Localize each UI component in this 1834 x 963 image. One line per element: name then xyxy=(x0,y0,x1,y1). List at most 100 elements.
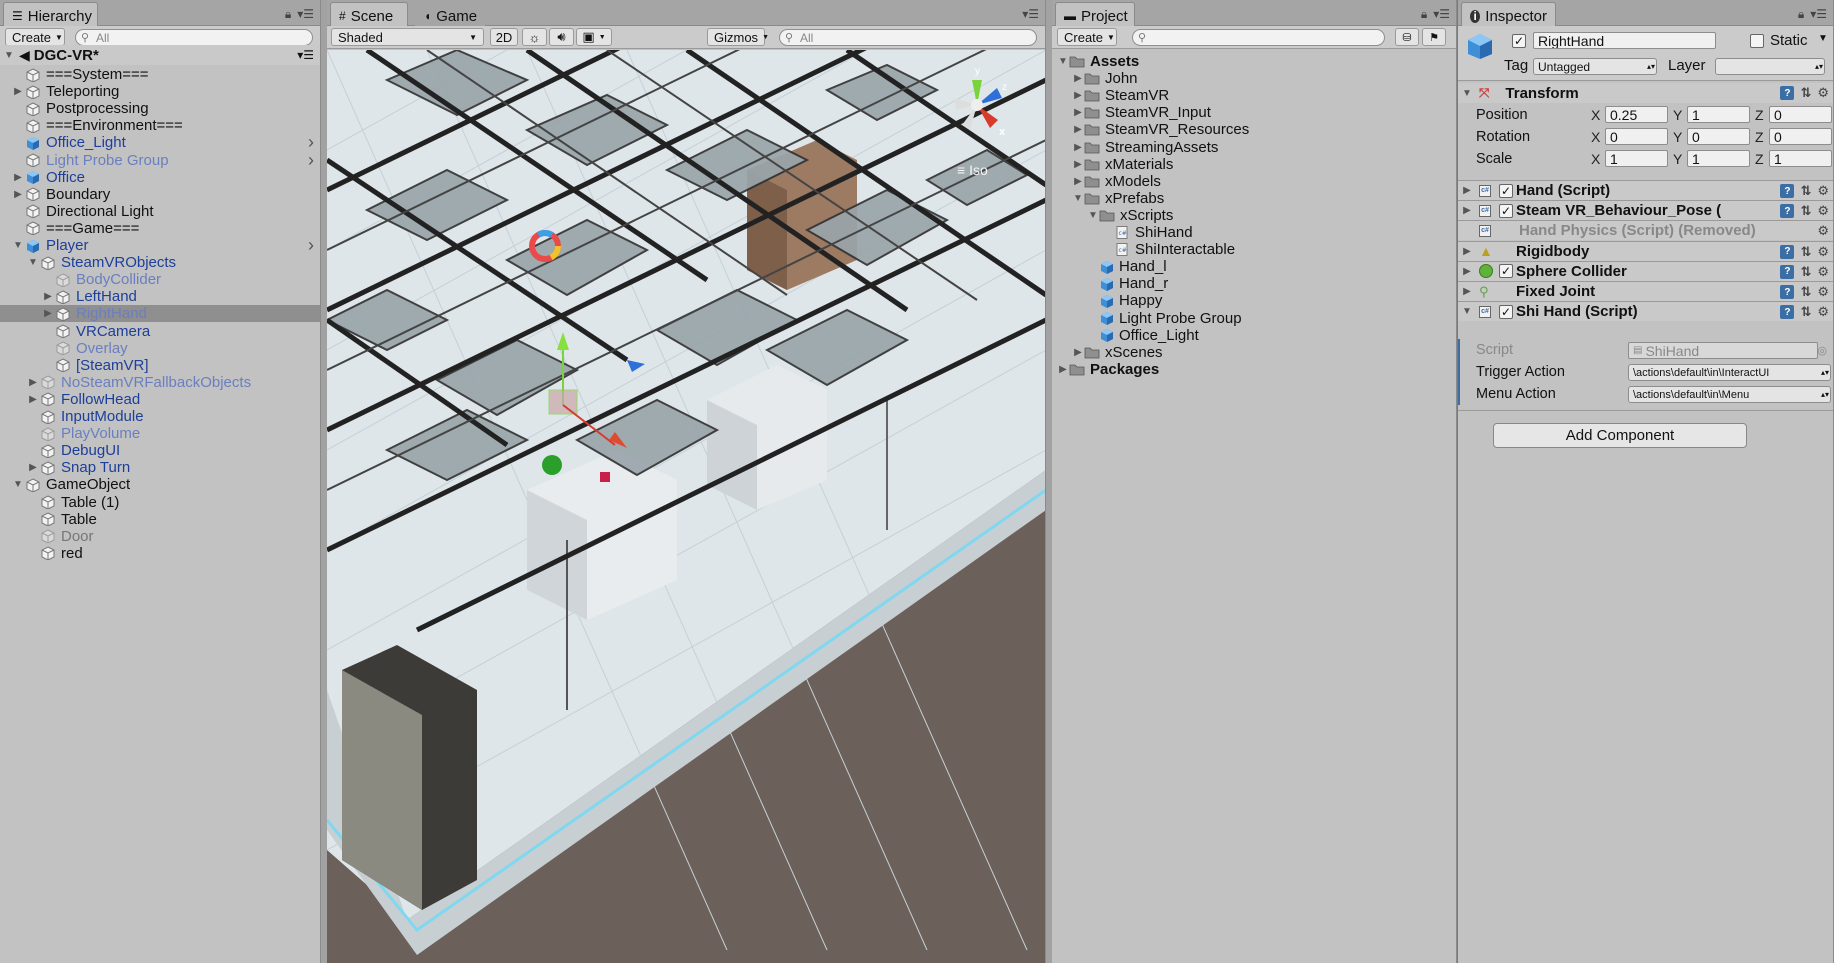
object-picker-icon[interactable]: ◎ xyxy=(1817,344,1827,357)
component-header[interactable]: c# Hand Physics (Script) (Removed) ⚙ xyxy=(1458,220,1833,241)
project-item[interactable]: ▼ Assets xyxy=(1057,53,1139,70)
position-z-field[interactable]: 0 xyxy=(1769,106,1832,123)
tab-project[interactable]: ▬ Project xyxy=(1055,2,1135,26)
expand-right-icon[interactable]: ▶ xyxy=(1461,246,1473,257)
expand-right-icon[interactable]: ▶ xyxy=(1461,185,1473,196)
gear-icon[interactable]: ⚙ xyxy=(1817,223,1829,239)
open-prefab-chevron-icon[interactable]: › xyxy=(308,235,314,256)
gear-icon[interactable]: ⚙ xyxy=(1817,244,1829,260)
expand-down-icon[interactable]: ▼ xyxy=(1057,56,1069,67)
project-item[interactable]: ▶ xModels xyxy=(1072,173,1161,190)
help-book-icon[interactable]: ? xyxy=(1780,264,1795,279)
scene-search-input[interactable]: ⚲ All xyxy=(779,29,1037,46)
project-item[interactable]: Light Probe Group xyxy=(1087,310,1242,327)
expand-right-icon[interactable]: ▶ xyxy=(42,308,54,319)
gear-icon[interactable]: ⚙ xyxy=(1817,203,1829,219)
hierarchy-item[interactable]: ▶ Teleporting xyxy=(0,83,320,100)
help-book-icon[interactable]: ? xyxy=(1780,184,1795,198)
lock-icon[interactable]: 🔒︎ xyxy=(1421,7,1427,22)
expand-down-icon[interactable]: ▼ xyxy=(27,257,39,268)
expand-down-icon[interactable]: ▼ xyxy=(1087,210,1099,221)
project-item[interactable]: ▶ SteamVR_Input xyxy=(1072,104,1211,121)
scene-menu-icon[interactable]: ▾☰ xyxy=(297,48,314,62)
project-item[interactable]: ▶ John xyxy=(1072,70,1137,87)
filter-type-button[interactable]: ⛁ xyxy=(1395,28,1419,46)
hierarchy-item[interactable]: [SteamVR] xyxy=(0,357,320,374)
filter-label-button[interactable]: ⚑ xyxy=(1422,28,1446,46)
effects-dropdown[interactable]: ▣ ▼ xyxy=(576,28,612,46)
expand-right-icon[interactable]: ▶ xyxy=(1072,73,1084,84)
expand-right-icon[interactable]: ▶ xyxy=(1072,176,1084,187)
scene-viewport[interactable]: y z x ≡ Iso xyxy=(327,50,1045,963)
gear-icon[interactable]: ⚙ xyxy=(1817,284,1829,300)
presets-icon[interactable]: ⇅ xyxy=(1800,304,1811,320)
presets-icon[interactable]: ⇅ xyxy=(1800,183,1811,199)
presets-icon[interactable]: ⇅ xyxy=(1800,284,1811,300)
expand-right-icon[interactable]: ▶ xyxy=(27,462,39,473)
project-item[interactable]: ▶ SteamVR_Resources xyxy=(1072,121,1249,138)
project-item[interactable]: c# ShiInteractable xyxy=(1102,241,1235,258)
rotation-z-field[interactable]: 0 xyxy=(1769,128,1832,145)
project-item[interactable]: Office_Light xyxy=(1087,327,1199,344)
expand-right-icon[interactable]: ▶ xyxy=(1072,159,1084,170)
hierarchy-item[interactable]: ▶ FollowHead xyxy=(0,391,320,408)
lock-icon[interactable]: 🔒︎ xyxy=(285,7,291,22)
help-book-icon[interactable]: ? xyxy=(1780,204,1795,219)
expand-down-icon[interactable]: ▼ xyxy=(1072,193,1084,204)
presets-icon[interactable]: ⇅ xyxy=(1800,85,1811,101)
hierarchy-item[interactable]: ▼ Player › xyxy=(0,235,320,256)
project-create-button[interactable]: Create ▼ xyxy=(1057,28,1117,46)
menu-action-dropdown[interactable]: \actions\default\in\Menu xyxy=(1628,386,1831,403)
hierarchy-item[interactable]: ▶ Office xyxy=(0,169,320,186)
position-x-field[interactable]: 0.25 xyxy=(1605,106,1668,123)
project-item[interactable]: ▶ SteamVR xyxy=(1072,87,1169,104)
collapse-down-icon[interactable]: ▼ xyxy=(1461,306,1473,317)
panel-menu-icon[interactable]: ▾☰ xyxy=(1433,7,1450,22)
layer-dropdown[interactable] xyxy=(1715,58,1825,75)
hierarchy-item[interactable]: ===Environment=== xyxy=(0,117,320,134)
component-header[interactable]: ▶ ⚲ Fixed Joint? ⇅ ⚙ xyxy=(1458,281,1833,301)
help-book-icon[interactable]: ? xyxy=(1780,244,1795,259)
project-item[interactable]: ▼ xPrefabs xyxy=(1072,190,1164,207)
hierarchy-item[interactable]: PlayVolume xyxy=(0,425,320,442)
expand-right-icon[interactable]: ▶ xyxy=(1461,266,1473,277)
expand-right-icon[interactable]: ▶ xyxy=(12,172,24,183)
hierarchy-item[interactable]: DebugUI xyxy=(0,442,320,459)
project-item[interactable]: Happy xyxy=(1087,292,1162,309)
tab-hierarchy[interactable]: ☰ Hierarchy xyxy=(3,2,98,26)
project-item[interactable]: ▶ xScenes xyxy=(1072,344,1162,361)
help-book-icon[interactable]: ? xyxy=(1780,86,1795,100)
hierarchy-item[interactable]: Table (1) xyxy=(0,494,320,511)
expand-right-icon[interactable]: ▶ xyxy=(1072,90,1084,101)
expand-right-icon[interactable]: ▶ xyxy=(27,394,39,405)
expand-right-icon[interactable]: ▶ xyxy=(1072,124,1084,135)
collapse-down-icon[interactable]: ▼ xyxy=(1461,88,1473,99)
shading-mode-dropdown[interactable]: Shaded ▼ xyxy=(331,28,484,46)
object-name-field[interactable]: RightHand xyxy=(1533,32,1716,49)
hierarchy-item[interactable]: ▶ Boundary xyxy=(0,186,320,203)
gizmos-dropdown[interactable]: Gizmos ▼ xyxy=(707,28,769,46)
gear-icon[interactable]: ⚙ xyxy=(1817,304,1829,320)
rotation-x-field[interactable]: 0 xyxy=(1605,128,1668,145)
expand-right-icon[interactable]: ▶ xyxy=(12,189,24,200)
scale-z-field[interactable]: 1 xyxy=(1769,150,1832,167)
expand-down-icon[interactable]: ▼ xyxy=(12,240,24,251)
hierarchy-item[interactable]: VRCamera xyxy=(0,323,320,340)
presets-icon[interactable]: ⇅ xyxy=(1800,264,1811,280)
tab-inspector[interactable]: i Inspector xyxy=(1461,2,1556,26)
component-enabled-checkbox[interactable]: ✓ xyxy=(1499,203,1513,218)
gear-icon[interactable]: ⚙ xyxy=(1817,264,1829,280)
hierarchy-item[interactable]: InputModule xyxy=(0,408,320,425)
hierarchy-item[interactable]: Overlay xyxy=(0,340,320,357)
hierarchy-item[interactable]: ▼ SteamVRObjects xyxy=(0,254,320,271)
projection-label[interactable]: ≡ Iso xyxy=(957,162,988,178)
panel-menu-icon[interactable]: ▾☰ xyxy=(1810,7,1827,22)
object-active-checkbox[interactable]: ✓ xyxy=(1512,34,1526,48)
expand-right-icon[interactable]: ▶ xyxy=(12,86,24,97)
panel-menu-icon[interactable]: ▾☰ xyxy=(297,7,314,22)
hierarchy-scene-header[interactable]: ▼ ◀ DGC-VR* ▾☰ xyxy=(0,45,320,65)
expand-down-icon[interactable]: ▼ xyxy=(12,479,24,490)
expand-right-icon[interactable]: ▶ xyxy=(42,291,54,302)
panel-menu-icon[interactable]: ▾☰ xyxy=(1022,7,1039,21)
hierarchy-item[interactable]: Postprocessing xyxy=(0,100,320,117)
